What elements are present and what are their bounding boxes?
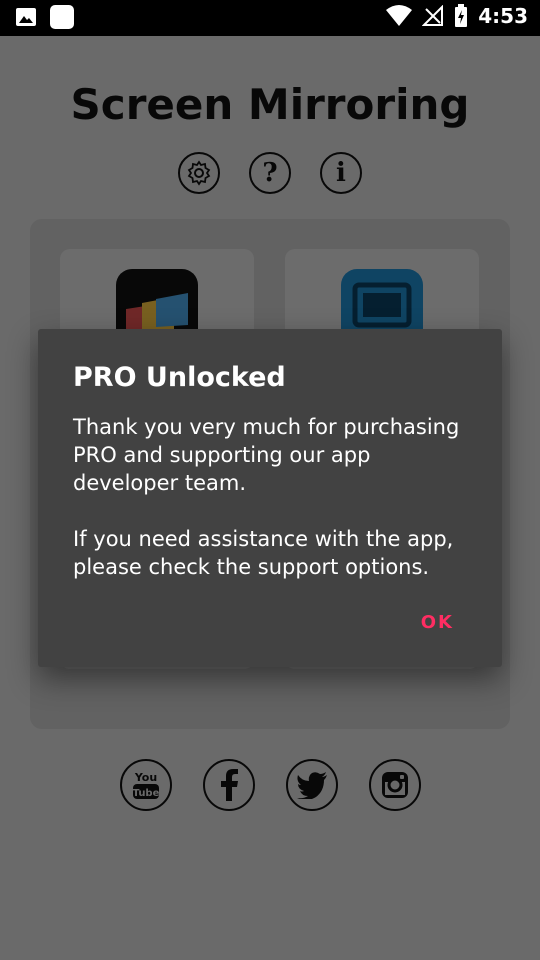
app-notification-icon [50,5,74,29]
battery-charging-icon [455,4,468,27]
image-notification-icon [16,8,36,26]
pro-unlocked-dialog: PRO Unlocked Thank you very much for pur… [38,329,502,667]
dialog-paragraph-thanks: Thank you very much for purchasing PRO a… [73,415,460,495]
ok-button[interactable]: OK [421,612,454,633]
wifi-icon [386,5,413,26]
dialog-paragraph-support: If you need assistance with the app, ple… [73,527,454,579]
dialog-message: Thank you very much for purchasing PRO a… [73,413,473,581]
dialog-title: PRO Unlocked [73,362,286,393]
status-time: 4:53 [478,4,528,28]
no-signal-icon [422,5,444,26]
status-bar: 4:53 [0,0,540,36]
